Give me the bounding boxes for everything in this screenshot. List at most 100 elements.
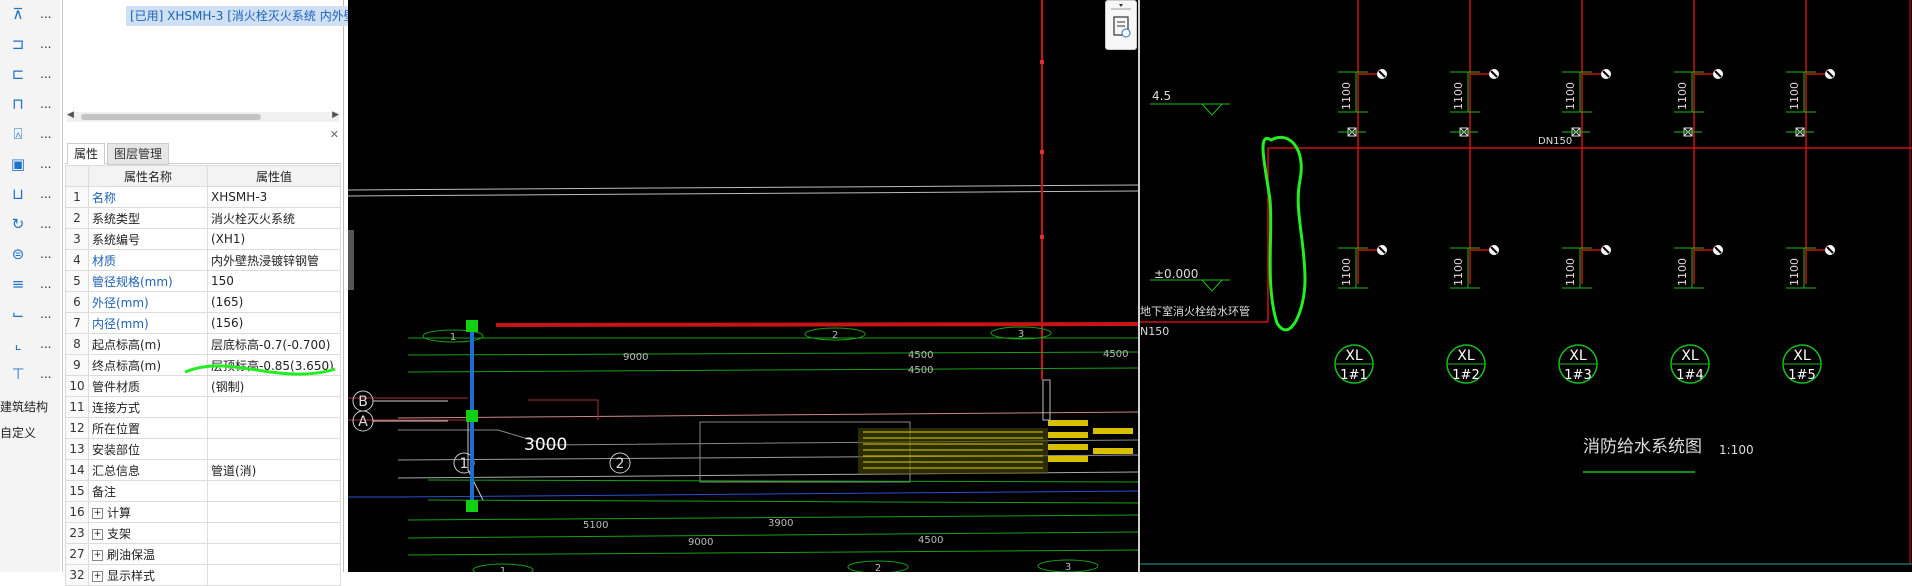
property-value[interactable] xyxy=(207,564,341,586)
floorplan-drawing[interactable]: 1 2 3 9000 4500 4500 4500 5100 3900 9000… xyxy=(347,0,1139,577)
cad-floorplan-view[interactable]: 1 2 3 9000 4500 4500 4500 5100 3900 9000… xyxy=(347,0,1139,577)
table-row[interactable]: 27 + 刷油保温 xyxy=(65,543,341,565)
toolbar-item-u-pipe[interactable]: ⊔... xyxy=(8,182,58,206)
diagram-title: 消防给水系统图 xyxy=(1583,437,1702,457)
property-value[interactable] xyxy=(207,543,341,565)
expand-icon[interactable]: + xyxy=(92,549,103,561)
toolbar-item-sprinkler[interactable]: ⊜... xyxy=(8,242,58,266)
property-value[interactable] xyxy=(207,522,341,544)
more-dots[interactable]: ... xyxy=(40,367,51,381)
dim-3900: 3900 xyxy=(768,518,793,529)
table-row[interactable]: 13 安装部位 xyxy=(65,438,341,460)
scroll-left-icon[interactable]: ◀ xyxy=(67,110,74,120)
property-value[interactable] xyxy=(207,396,341,418)
floating-toolbar[interactable] xyxy=(1105,0,1137,50)
expand-icon[interactable]: + xyxy=(92,570,103,582)
scroll-right-icon[interactable]: ▶ xyxy=(332,110,339,120)
property-value[interactable]: 内外壁热浸镀锌钢管 xyxy=(207,249,341,271)
more-dots[interactable]: ... xyxy=(40,217,51,231)
property-value[interactable]: XHSMH-3 xyxy=(207,186,341,208)
riser-2[interactable]: 1100 1100 XL 1#2 xyxy=(1446,0,1499,384)
cad-system-diagram-view[interactable]: 4.5 ±0.000 地下室消火栓给水环管 N150 DN150 1100 110… xyxy=(1140,0,1912,572)
table-row[interactable]: 5 管径规格(mm) 150 xyxy=(65,270,341,292)
table-row[interactable]: 15 备注 xyxy=(65,480,341,502)
table-row[interactable]: 2 系统类型 消火栓灭火系统 xyxy=(65,207,341,229)
table-row[interactable]: 32 + 显示样式 xyxy=(65,564,341,586)
close-icon[interactable]: ✕ xyxy=(330,128,339,141)
property-name: 系统类型 xyxy=(88,207,208,229)
table-row[interactable]: 23 + 支架 xyxy=(65,522,341,544)
property-value[interactable]: 管道(消) xyxy=(207,459,341,481)
left-toolbar: ⊼... ⊐... ⊏... ⊓... ⍓... ▣... ⊔... ↻... … xyxy=(0,0,60,572)
pipe-grip-top[interactable] xyxy=(466,320,478,332)
more-dots[interactable]: ... xyxy=(40,97,51,111)
toolbar-item-tee[interactable]: ⊤... xyxy=(8,362,58,386)
more-dots[interactable]: ... xyxy=(40,157,51,171)
toolbar-item-elbow[interactable]: ⌙... xyxy=(8,302,58,326)
table-row[interactable]: 7 内径(mm) (156) xyxy=(65,312,341,334)
more-dots[interactable]: ... xyxy=(40,127,51,141)
tab-layer-manager[interactable]: 图层管理 xyxy=(107,143,170,165)
property-name: 备注 xyxy=(88,480,208,502)
tab-properties[interactable]: 属性 xyxy=(67,143,106,164)
toolbar-item-pump[interactable]: ⊓... xyxy=(8,92,58,116)
pipe-grip-mid[interactable] xyxy=(466,410,478,422)
toolbar-item-elbow-2[interactable]: ⌞... xyxy=(8,332,58,356)
pump-icon: ⊓ xyxy=(12,95,24,113)
property-value[interactable] xyxy=(207,480,341,502)
table-row[interactable]: 3 系统编号 (XH1) xyxy=(65,228,341,250)
table-row[interactable]: 12 所在位置 xyxy=(65,417,341,439)
table-row[interactable]: 1 名称 XHSMH-3 xyxy=(65,186,341,208)
property-value[interactable]: 层底标高-0.7(-0.700) xyxy=(207,333,341,355)
property-value[interactable] xyxy=(207,501,341,523)
system-diagram-drawing[interactable]: 4.5 ±0.000 地下室消火栓给水环管 N150 DN150 1100110… xyxy=(1140,0,1912,572)
table-row[interactable]: 14 汇总信息 管道(消) xyxy=(65,459,341,481)
riser-3[interactable]: 1100 1100 XL 1#3 xyxy=(1558,0,1611,384)
pipe-grip-bottom[interactable] xyxy=(466,500,478,512)
riser-1[interactable]: 1100 1100 XL 1#1 xyxy=(1334,0,1387,384)
table-row[interactable]: 16 + 计算 xyxy=(65,501,341,523)
table-row[interactable]: 8 起点标高(m) 层底标高-0.7(-0.700) xyxy=(65,333,341,355)
more-dots[interactable]: ... xyxy=(40,7,51,21)
more-dots[interactable]: ... xyxy=(40,337,51,351)
building-structure-category[interactable]: 建筑结构 xyxy=(0,398,48,415)
dim-1100: 1100 xyxy=(1340,258,1353,286)
scrollbar-thumb[interactable] xyxy=(81,114,261,120)
row-number: 16 xyxy=(65,501,89,523)
layer-list-item-selected[interactable]: [已用] XHSMH-3 [消火栓灭火系统 内外壁热浸镀锌钢管 xyxy=(126,6,348,26)
property-value[interactable]: (156) xyxy=(207,312,341,334)
more-dots[interactable]: ... xyxy=(40,247,51,261)
toolbar-item-fitting[interactable]: ⊏... xyxy=(8,62,58,86)
horizontal-scrollbar[interactable]: ◀ ▶ xyxy=(67,110,339,122)
table-row[interactable]: 11 连接方式 xyxy=(65,396,341,418)
toolbar-item-alarm[interactable]: ⍓... xyxy=(8,122,58,146)
toolbar-item-hydrant-box[interactable]: ▣... xyxy=(8,152,58,176)
custom-category[interactable]: 自定义 xyxy=(0,424,36,441)
more-dots[interactable]: ... xyxy=(40,277,51,291)
more-dots[interactable]: ... xyxy=(40,307,51,321)
more-dots[interactable]: ... xyxy=(40,67,51,81)
riser-label-bottom: 1#4 xyxy=(1676,368,1703,383)
toolbar-item-valve[interactable]: ⊼... xyxy=(8,2,58,26)
property-value[interactable]: (165) xyxy=(207,291,341,313)
more-dots[interactable]: ... xyxy=(40,187,51,201)
toolbar-item-pipe[interactable]: ⊐... xyxy=(8,32,58,56)
table-row[interactable]: 4 材质 内外壁热浸镀锌钢管 xyxy=(65,249,341,271)
table-row[interactable]: 6 外径(mm) (165) xyxy=(65,291,341,313)
property-value[interactable] xyxy=(207,417,341,439)
toolbar-item-bend[interactable]: ↻... xyxy=(8,212,58,236)
expand-icon[interactable]: + xyxy=(92,528,103,540)
property-value[interactable] xyxy=(207,438,341,460)
riser-5[interactable]: 1100 1100 XL 1#5 xyxy=(1782,0,1835,384)
property-value[interactable]: (XH1) xyxy=(207,228,341,250)
riser-4[interactable]: 1100 1100 XL 1#4 xyxy=(1670,0,1723,384)
property-value[interactable]: 150 xyxy=(207,270,341,292)
more-dots[interactable]: ... xyxy=(40,37,51,51)
row-number: 3 xyxy=(65,228,89,250)
toolbar-item-multi-pipe[interactable]: ≡... xyxy=(8,272,58,296)
expand-icon[interactable]: + xyxy=(92,507,103,519)
property-name: 连接方式 xyxy=(88,396,208,418)
property-value[interactable]: 消火栓灭火系统 xyxy=(207,207,341,229)
axis-markers xyxy=(352,390,631,474)
dim-1100: 1100 xyxy=(1564,258,1577,286)
